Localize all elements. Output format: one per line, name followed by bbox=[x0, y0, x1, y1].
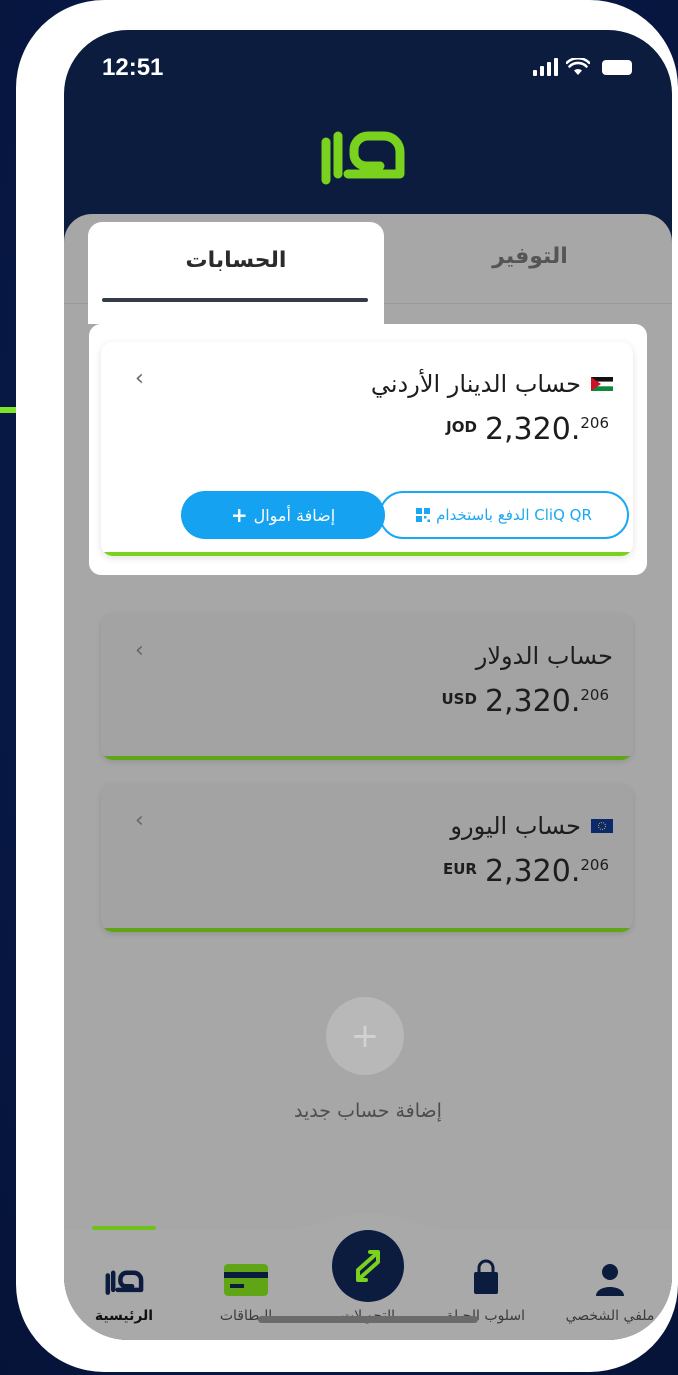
tab-accounts-label: الحسابات bbox=[185, 248, 287, 273]
wifi-icon bbox=[566, 58, 590, 75]
currency-code: USD bbox=[441, 690, 477, 708]
account-name: حساب الدينار الأردني bbox=[370, 370, 581, 398]
account-card-eur[interactable]: حساب اليورو ‹ EUR 2,320. 206 bbox=[101, 784, 633, 932]
account-title: حساب الدولار bbox=[476, 642, 613, 670]
status-time: 12:51 bbox=[102, 54, 164, 81]
pay-cliq-qr-button[interactable]: الدفع باستخدام CliQ QR bbox=[379, 491, 629, 539]
add-funds-button[interactable]: + إضافة أموال bbox=[181, 491, 385, 539]
currency-code: EUR bbox=[442, 860, 477, 878]
account-balance: JOD 2,320. 206 bbox=[446, 412, 609, 447]
balance-decimals: 206 bbox=[580, 414, 609, 432]
currency-code: JOD bbox=[446, 418, 477, 436]
balance-integer: 2,320. bbox=[484, 684, 581, 719]
eu-flag-icon bbox=[591, 819, 613, 833]
status-icons bbox=[533, 58, 632, 76]
chevron-right-icon[interactable]: ‹ bbox=[135, 638, 144, 663]
card-icon bbox=[224, 1264, 268, 1296]
nav-label: الرئيسية bbox=[94, 1308, 154, 1324]
app-screen: 12:51 التوفير الحسابات حساب الدينار الأر… bbox=[64, 30, 672, 1340]
account-card-jod[interactable]: حساب الدينار الأردني ‹ JOD 2,320. 206 ال… bbox=[101, 342, 633, 556]
account-title: حساب الدينار الأردني bbox=[371, 370, 613, 398]
account-card-usd[interactable]: حساب الدولار ‹ USD 2,320. 206 bbox=[101, 614, 633, 760]
cellular-signal-icon bbox=[533, 58, 558, 76]
status-bar: 12:51 bbox=[64, 30, 672, 110]
card-accent-line bbox=[101, 928, 633, 932]
jordan-flag-icon bbox=[591, 377, 613, 391]
card-accent-line bbox=[101, 552, 633, 556]
balance-integer: 2,320. bbox=[484, 412, 581, 447]
chevron-right-icon[interactable]: ‹ bbox=[135, 366, 144, 391]
user-icon bbox=[596, 1264, 624, 1296]
account-balance: EUR 2,320. 206 bbox=[443, 854, 609, 889]
chevron-right-icon[interactable]: ‹ bbox=[135, 808, 144, 833]
qr-code-icon bbox=[416, 508, 431, 522]
battery-icon bbox=[602, 60, 632, 75]
nav-active-indicator bbox=[92, 1226, 156, 1230]
tab-accounts[interactable]: الحسابات bbox=[88, 222, 384, 324]
balance-decimals: 206 bbox=[580, 856, 609, 874]
add-account-label: إضافة حساب جديد bbox=[294, 1100, 442, 1122]
home-indicator[interactable] bbox=[258, 1316, 478, 1323]
card-accent-line bbox=[101, 756, 633, 760]
tab-savings[interactable]: التوفير bbox=[414, 244, 646, 269]
pay-cliq-qr-label: الدفع باستخدام CliQ QR bbox=[436, 506, 592, 524]
phone-frame: 12:51 التوفير الحسابات حساب الدينار الأر… bbox=[16, 0, 678, 1372]
shopping-bag-icon bbox=[474, 1259, 498, 1294]
account-title: حساب اليورو bbox=[450, 812, 613, 840]
accounts-panel: التوفير الحسابات حساب الدينار الأردني ‹ bbox=[64, 214, 672, 1340]
home-logo-icon bbox=[105, 1270, 144, 1295]
nav-label: ملفي الشخصي bbox=[565, 1308, 655, 1324]
account-balance: USD 2,320. 206 bbox=[442, 684, 610, 719]
balance-decimals: 206 bbox=[580, 686, 609, 704]
balance-integer: 2,320. bbox=[484, 854, 581, 889]
add-funds-label: إضافة أموال bbox=[253, 505, 336, 525]
account-name: حساب الدولار bbox=[475, 642, 613, 670]
add-account-button[interactable]: + bbox=[326, 997, 404, 1075]
account-name: حساب اليورو bbox=[450, 812, 581, 840]
plus-icon: + bbox=[230, 503, 248, 527]
transfer-icon bbox=[332, 1230, 404, 1302]
tab-active-indicator bbox=[102, 298, 368, 302]
brand-logo bbox=[321, 131, 405, 185]
